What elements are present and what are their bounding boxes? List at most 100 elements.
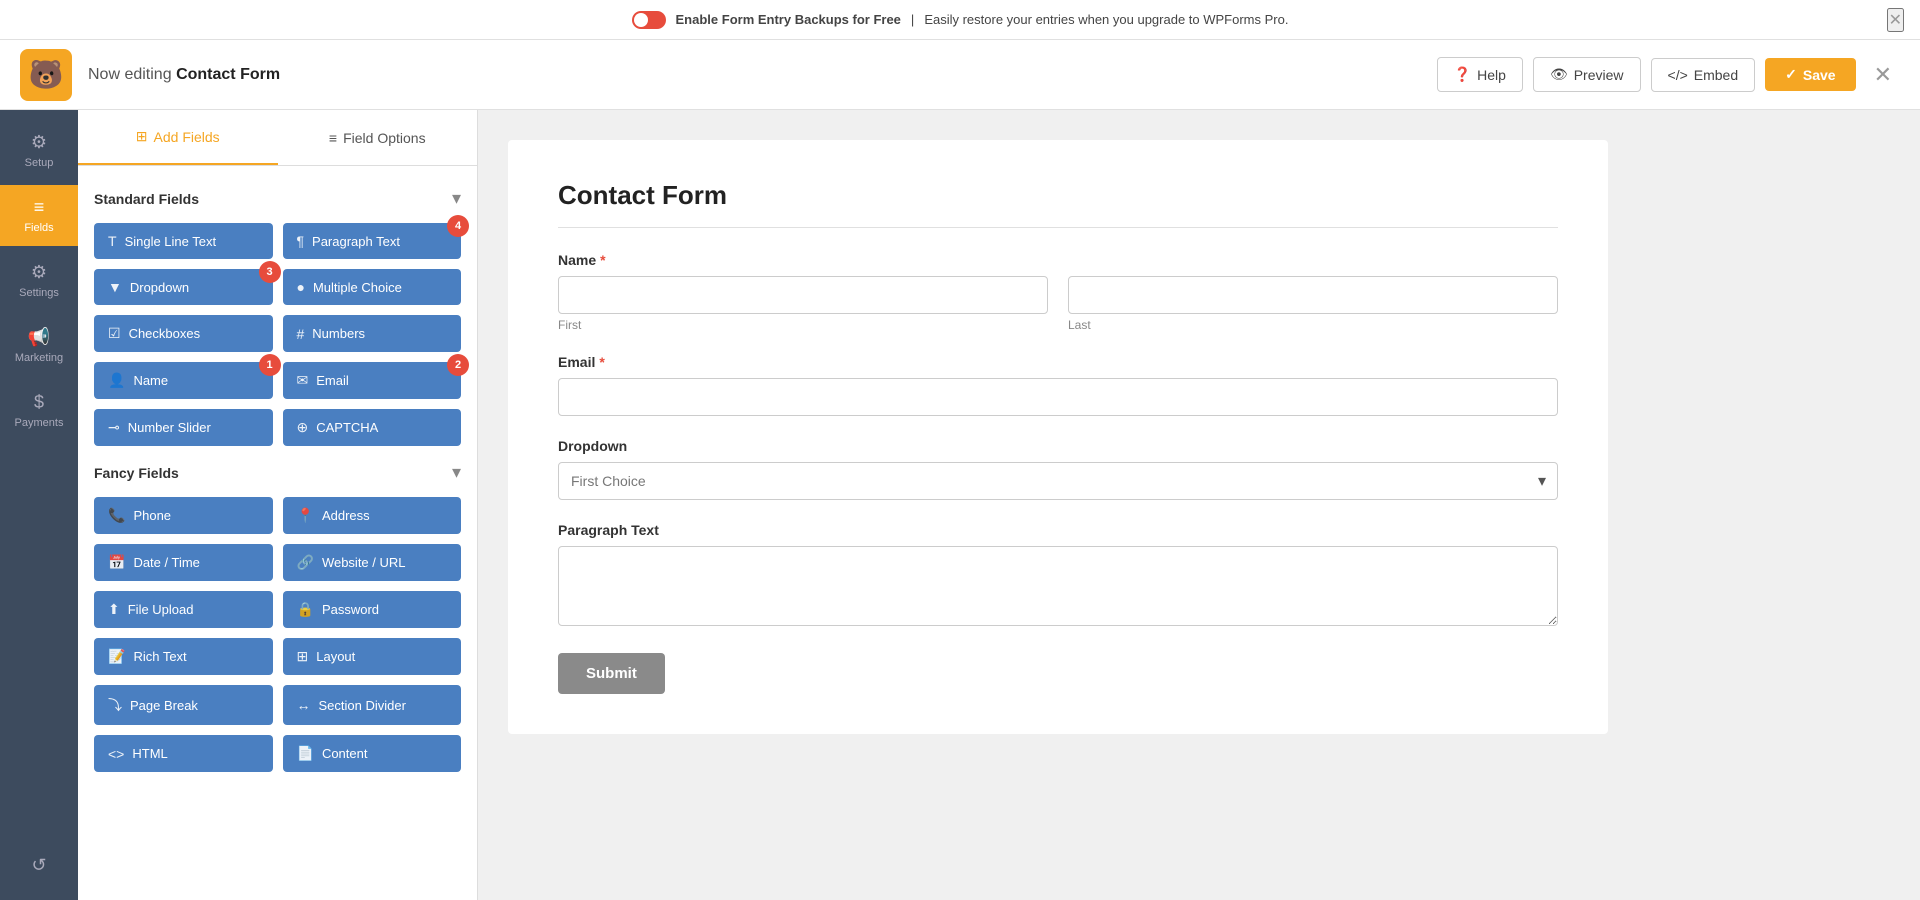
name-first-input[interactable] [558,276,1048,314]
password-label: Password [322,602,379,617]
email-badge: 2 [447,354,469,376]
address-label: Address [322,508,370,523]
field-btn-email[interactable]: ✉ Email 2 [283,362,462,399]
content-label: Content [322,746,368,761]
panel-scroll: Standard Fields ▾ T Single Line Text ¶ P… [78,166,477,900]
rich-text-label: Rich Text [133,649,186,664]
field-btn-file-upload[interactable]: ⬆ File Upload [94,591,273,628]
field-btn-section-divider[interactable]: ↔ Section Divider [283,685,462,725]
embed-icon: </> [1668,67,1688,83]
field-btn-rich-text[interactable]: 📝 Rich Text [94,638,273,675]
standard-fields-toggle[interactable]: ▾ [452,188,461,209]
field-btn-page-break[interactable]: ⤵ Page Break [94,685,273,725]
paragraph-text-label: Paragraph Text [312,234,400,249]
standard-fields-section-header: Standard Fields ▾ [94,188,461,209]
tab-field-options[interactable]: ≡ Field Options [278,110,478,165]
form-field-email: Email * [558,354,1558,416]
email-label-text: Email [558,354,595,370]
paragraph-text-icon: ¶ [297,233,305,249]
field-btn-password[interactable]: 🔒 Password [283,591,462,628]
marketing-icon: 📢 [28,327,50,348]
form-divider [558,227,1558,228]
payments-label: Payments [15,417,64,429]
field-btn-name[interactable]: 👤 Name 1 [94,362,273,399]
panel-tabs: ⊞ Add Fields ≡ Field Options [78,110,477,166]
preview-button[interactable]: 👁 Preview [1533,57,1641,92]
form-field-paragraph: Paragraph Text [558,522,1558,631]
sidebar-item-settings[interactable]: ⚙ Settings [0,250,78,311]
field-btn-dropdown[interactable]: ▼ Dropdown 3 [94,269,273,305]
field-btn-address[interactable]: 📍 Address [283,497,462,534]
sidebar-item-payments[interactable]: $ Payments [0,380,78,441]
paragraph-textarea[interactable] [558,546,1558,626]
field-btn-checkboxes[interactable]: ☑ Checkboxes [94,315,273,352]
banner-description: Easily restore your entries when you upg… [924,12,1288,27]
dropdown-badge: 3 [259,261,281,283]
website-url-label: Website / URL [322,555,406,570]
name-first-sublabel: First [558,318,1048,332]
email-label: Email [316,373,349,388]
add-fields-tab-label: Add Fields [154,129,220,145]
settings-label: Settings [19,287,59,299]
form-name-heading: Contact Form [176,66,280,83]
close-editor-button[interactable]: ✕ [1866,62,1900,88]
name-required-star: * [600,252,605,268]
password-icon: 🔒 [297,601,314,618]
backup-toggle[interactable] [632,11,666,29]
section-divider-icon: ↔ [297,697,311,713]
main-layout: ⚙ Setup ≡ Fields ⚙ Settings 📢 Marketing … [0,110,1920,900]
header-actions: ❓ Help 👁 Preview </> Embed ✓ Save ✕ [1437,57,1900,92]
captcha-icon: ⊕ [297,419,309,436]
submit-button[interactable]: Submit [558,653,665,694]
field-btn-layout[interactable]: ⊞ Layout [283,638,462,675]
sidebar-item-marketing[interactable]: 📢 Marketing [0,315,78,376]
address-icon: 📍 [297,507,314,524]
fancy-fields-grid: 📞 Phone 📍 Address 📅 Date / Time 🔗 Websit… [94,497,461,772]
tab-add-fields[interactable]: ⊞ Add Fields [78,110,278,165]
field-btn-html[interactable]: <> HTML [94,735,273,772]
field-btn-content[interactable]: 📄 Content [283,735,462,772]
field-btn-phone[interactable]: 📞 Phone [94,497,273,534]
phone-icon: 📞 [108,507,125,524]
dropdown-select[interactable]: First Choice [558,462,1558,500]
sidebar-item-setup[interactable]: ⚙ Setup [0,120,78,181]
html-label: HTML [132,746,167,761]
email-input[interactable] [558,378,1558,416]
field-btn-paragraph-text[interactable]: ¶ Paragraph Text 4 [283,223,462,259]
fancy-fields-toggle[interactable]: ▾ [452,462,461,483]
name-badge: 1 [259,354,281,376]
embed-button[interactable]: </> Embed [1651,58,1756,92]
app-header: 🐻 Now editing Contact Form ❓ Help 👁 Prev… [0,40,1920,110]
field-options-tab-label: Field Options [343,130,425,146]
banner-close-button[interactable]: ✕ [1887,8,1904,32]
top-banner: Enable Form Entry Backups for Free | Eas… [0,0,1920,40]
add-fields-grid-icon: ⊞ [136,128,148,145]
save-button[interactable]: ✓ Save [1765,58,1855,91]
sidebar-item-revisions[interactable]: ↺ [0,843,78,888]
field-btn-numbers[interactable]: # Numbers [283,315,462,352]
field-btn-single-line-text[interactable]: T Single Line Text [94,223,273,259]
field-btn-website-url[interactable]: 🔗 Website / URL [283,544,462,581]
field-btn-date-time[interactable]: 📅 Date / Time [94,544,273,581]
checkboxes-icon: ☑ [108,325,121,342]
help-button[interactable]: ❓ Help [1437,57,1523,92]
dropdown-label: Dropdown [130,280,189,295]
sidebar-item-fields[interactable]: ≡ Fields [0,185,78,246]
page-break-label: Page Break [130,698,198,713]
name-last-input[interactable] [1068,276,1558,314]
field-btn-number-slider[interactable]: ⊸ Number Slider [94,409,273,446]
multiple-choice-label: Multiple Choice [313,280,402,295]
form-field-dropdown: Dropdown First Choice [558,438,1558,500]
dropdown-label-text: Dropdown [558,438,627,454]
name-last-sublabel: Last [1068,318,1558,332]
field-btn-multiple-choice[interactable]: ● Multiple Choice [283,269,462,305]
file-upload-label: File Upload [128,602,194,617]
name-row: First Last [558,276,1558,332]
paragraph-field-label: Paragraph Text [558,522,1558,538]
field-btn-captcha[interactable]: ⊕ CAPTCHA [283,409,462,446]
fields-panel: ⊞ Add Fields ≡ Field Options Standard Fi… [78,110,478,900]
name-field-label: Name * [558,252,1558,268]
preview-label: Preview [1574,67,1624,83]
embed-label: Embed [1694,67,1738,83]
help-icon: ❓ [1454,66,1471,83]
